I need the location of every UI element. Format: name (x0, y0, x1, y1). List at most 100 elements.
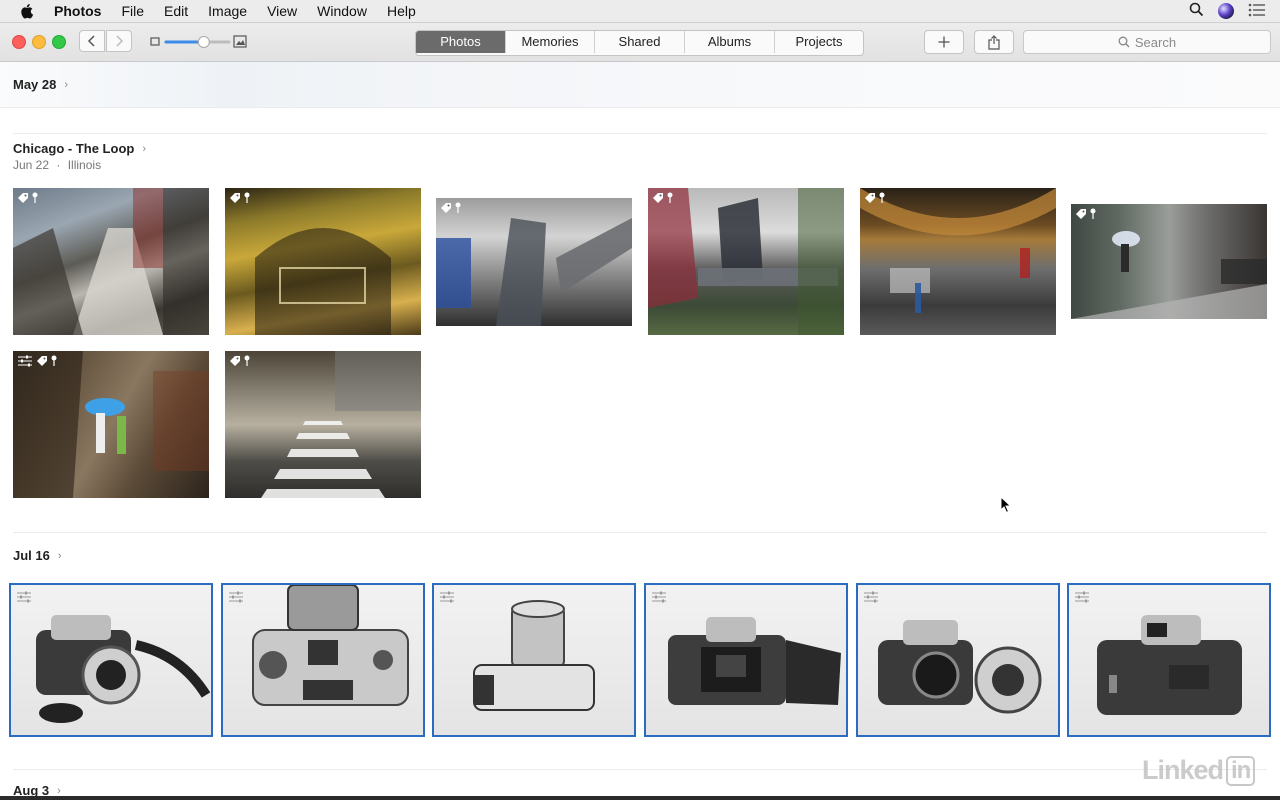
moment-title: Aug 3 (13, 783, 50, 796)
moment-title: May 28 (13, 77, 57, 92)
moment-header-aug3[interactable]: Aug 3 › (13, 783, 61, 796)
watermark-text: Linked (1142, 755, 1224, 785)
photos-library-grid[interactable]: May 28 › Chicago - The Loop › Jun 22 · I… (0, 62, 1280, 796)
share-button[interactable] (974, 30, 1014, 54)
photo-image (1097, 615, 1242, 715)
photo-thumbnail[interactable] (1071, 204, 1267, 319)
keyword-tag-icon (865, 193, 875, 203)
menu-help[interactable]: Help (387, 3, 416, 19)
photo-badges (1075, 208, 1099, 220)
tab-photos[interactable]: Photos (416, 31, 506, 53)
keyword-tag-icon (441, 203, 451, 213)
keyword-tag-icon (230, 356, 240, 366)
photo-badges (651, 590, 667, 608)
moment-title: Jul 16 (13, 548, 50, 563)
moment-header-chicago[interactable]: Chicago - The Loop › (13, 141, 146, 156)
photo-thumbnail[interactable] (860, 188, 1056, 335)
photo-image (436, 218, 632, 326)
adjustments-icon (1075, 591, 1089, 603)
menu-image[interactable]: Image (208, 3, 247, 19)
tab-shared[interactable]: Shared (595, 31, 685, 53)
subtitle-separator: · (56, 158, 61, 172)
photo-image (261, 351, 421, 498)
photo-thumbnail-selected[interactable] (1067, 583, 1271, 737)
back-button[interactable] (79, 30, 105, 52)
chevron-right-icon: › (57, 784, 61, 797)
photo-thumbnail[interactable] (13, 188, 209, 335)
moment-location[interactable]: Illinois (68, 158, 101, 172)
photo-thumbnail[interactable] (225, 351, 421, 498)
apple-logo-icon[interactable] (20, 3, 36, 19)
siri-icon[interactable] (1218, 3, 1234, 19)
chevron-right-icon: › (57, 549, 62, 562)
section-divider (13, 133, 1267, 134)
photo-thumbnail-selected[interactable] (432, 583, 636, 737)
tab-albums[interactable]: Albums (685, 31, 775, 53)
forward-button[interactable] (106, 30, 132, 52)
menu-view[interactable]: View (267, 3, 297, 19)
section-divider (13, 769, 1267, 770)
keyword-tag-icon (653, 193, 663, 203)
adjustments-icon (652, 591, 666, 603)
moment-header-may28[interactable]: May 28 › (13, 77, 68, 92)
photo-image (668, 617, 841, 705)
watermark-badge: in (1226, 755, 1256, 786)
menu-window[interactable]: Window (317, 3, 367, 19)
photo-badges (229, 192, 253, 204)
photo-image (860, 188, 1056, 313)
photo-thumbnail[interactable] (648, 188, 844, 335)
section-divider (13, 532, 1267, 533)
chevron-right-icon (116, 35, 124, 47)
add-button[interactable] (924, 30, 964, 54)
photo-thumbnail-selected[interactable] (9, 583, 213, 737)
search-field[interactable]: Search (1023, 30, 1271, 54)
tab-memories[interactable]: Memories (506, 31, 595, 53)
plus-icon (938, 36, 950, 48)
moment-date: Jun 22 (13, 158, 50, 172)
window-toolbar: Photos Memories Shared Albums Projects S… (0, 23, 1280, 62)
photo-badges (439, 590, 455, 608)
moment-subtitle: Jun 22 · Illinois (13, 158, 101, 172)
photo-thumbnail[interactable] (13, 351, 209, 498)
photo-image (252, 585, 409, 706)
notification-center-icon[interactable] (1248, 3, 1266, 20)
location-pin-icon (455, 202, 461, 213)
large-photo-icon (233, 35, 247, 48)
menu-file[interactable]: File (121, 3, 144, 19)
photo-badges (229, 355, 253, 367)
moment-header-jul16[interactable]: Jul 16 › (13, 548, 62, 563)
photo-badges (17, 355, 60, 367)
search-icon (1118, 36, 1130, 48)
mouse-cursor-icon (1000, 495, 1012, 519)
photo-image (255, 228, 391, 335)
tab-projects[interactable]: Projects (775, 31, 863, 53)
photo-thumbnail[interactable] (436, 198, 632, 326)
photo-image (878, 620, 1042, 714)
photo-thumbnail-selected[interactable] (856, 583, 1060, 737)
spotlight-search-icon[interactable] (1189, 2, 1204, 20)
keyword-tag-icon (18, 193, 28, 203)
photo-badges (652, 192, 676, 204)
photo-badges (1074, 590, 1090, 608)
keyword-tag-icon (37, 356, 47, 366)
photo-thumbnail[interactable] (225, 188, 421, 335)
menu-edit[interactable]: Edit (164, 3, 188, 19)
minimize-window-button[interactable] (32, 35, 46, 49)
adjustments-icon (864, 591, 878, 603)
small-photo-icon (150, 37, 160, 46)
linkedin-watermark: Linked in (1142, 755, 1256, 786)
close-window-button[interactable] (12, 35, 26, 49)
zoom-window-button[interactable] (52, 35, 66, 49)
photo-image (13, 188, 209, 335)
chevron-right-icon: › (142, 142, 146, 155)
thumbnail-size-slider[interactable] (150, 34, 250, 50)
location-pin-icon (879, 192, 885, 203)
chevron-left-icon (87, 35, 95, 47)
location-pin-icon (244, 355, 250, 366)
adjustments-icon (440, 591, 454, 603)
menu-app-name[interactable]: Photos (54, 3, 101, 19)
photo-thumbnail-selected[interactable] (644, 583, 848, 737)
photo-image (13, 351, 209, 498)
keyword-tag-icon (230, 193, 240, 203)
photo-thumbnail-selected[interactable] (221, 583, 425, 737)
